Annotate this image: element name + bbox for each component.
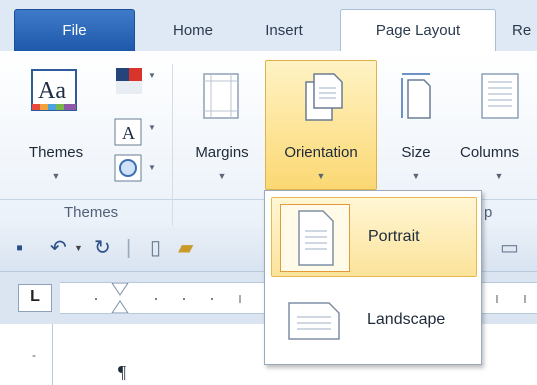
theme-colors-icon: ▼: [116, 68, 156, 94]
open-folder-icon[interactable]: ▰: [178, 235, 193, 261]
vertical-ruler-tick: -: [32, 348, 36, 362]
margins-icon: [203, 73, 239, 119]
orientation-button[interactable]: Orientation ▼: [266, 64, 376, 190]
size-label: Size: [401, 144, 431, 161]
theme-colors-button[interactable]: ▼: [114, 66, 158, 96]
menu-item-landscape[interactable]: Landscape: [271, 281, 477, 361]
toolbar-extra-icon[interactable]: ▭: [500, 235, 519, 261]
group-label-themes: Themes: [64, 204, 119, 221]
chevron-down-icon: ▼: [494, 171, 504, 181]
portrait-label: Portrait: [368, 228, 420, 245]
tab-file[interactable]: File: [14, 9, 135, 51]
svg-text:▼: ▼: [148, 123, 156, 132]
svg-text:▼: ▼: [148, 163, 156, 172]
theme-effects-button[interactable]: ▼: [114, 154, 158, 184]
themes-label: Themes: [28, 144, 84, 161]
chevron-down-icon: ▼: [411, 171, 421, 181]
tab-references-partial[interactable]: Re: [512, 10, 537, 51]
margins-label: Margins: [195, 144, 249, 161]
undo-icon[interactable]: ↶: [50, 235, 67, 261]
tab-page-layout[interactable]: Page Layout: [340, 9, 496, 52]
tab-home[interactable]: Home: [158, 10, 228, 51]
margins-button[interactable]: Margins ▼: [182, 64, 262, 194]
tab-insert[interactable]: Insert: [253, 10, 315, 51]
landscape-icon: [279, 287, 349, 355]
svg-text:Aa: Aa: [38, 78, 66, 104]
orientation-dropdown-menu: Portrait Landscape: [264, 190, 482, 365]
theme-effects-icon: ▼: [114, 154, 156, 182]
columns-label: Columns: [460, 144, 520, 161]
chevron-down-icon: ▼: [316, 171, 326, 181]
undo-dropdown-chevron-icon[interactable]: ▼: [74, 235, 83, 261]
chevron-down-icon: ▼: [51, 171, 61, 181]
chevron-down-icon: ▼: [217, 171, 227, 181]
columns-button[interactable]: Columns ▼: [456, 64, 537, 194]
pilcrow-mark: ¶: [118, 362, 127, 382]
portrait-icon: [280, 204, 350, 272]
menu-item-portrait[interactable]: Portrait: [271, 197, 477, 277]
group-label-page-setup-partial: p: [484, 204, 493, 221]
svg-text:▼: ▼: [148, 71, 156, 80]
redo-icon[interactable]: ↻: [94, 235, 111, 261]
new-document-icon[interactable]: ▯: [150, 235, 161, 261]
themes-button[interactable]: Aa Themes ▼: [26, 64, 86, 194]
orientation-label: Orientation: [284, 144, 358, 161]
save-icon[interactable]: ▪: [16, 235, 23, 261]
columns-icon: [481, 73, 519, 119]
group-separator: [172, 64, 173, 226]
vertical-ruler: -: [18, 324, 53, 385]
orientation-icon: [305, 73, 343, 121]
size-icon: [401, 73, 431, 119]
word-window: File Home Insert Page Layout Re Aa Theme…: [0, 0, 537, 385]
themes-icon: Aa: [31, 69, 77, 111]
landscape-label: Landscape: [367, 311, 446, 328]
theme-fonts-button[interactable]: A ▼: [114, 118, 158, 148]
size-button[interactable]: Size ▼: [384, 64, 448, 194]
theme-fonts-icon: A ▼: [114, 118, 156, 146]
ribbon-tab-bar: File Home Insert Page Layout Re: [0, 0, 537, 52]
toolbar-divider: |: [126, 237, 132, 259]
tab-stop-selector[interactable]: L: [18, 284, 52, 312]
svg-text:A: A: [122, 123, 135, 143]
